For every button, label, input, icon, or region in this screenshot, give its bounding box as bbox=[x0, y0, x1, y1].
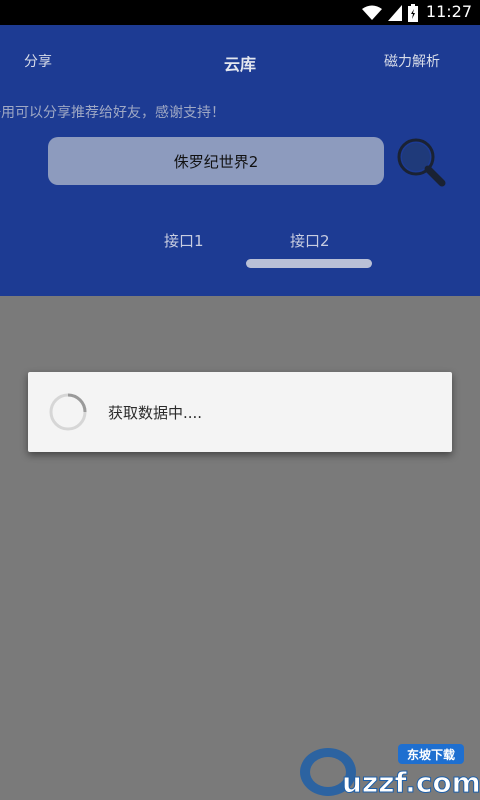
svg-text:东坡下载: 东坡下载 bbox=[407, 747, 455, 762]
tab-api-1[interactable]: 接口1 bbox=[164, 230, 204, 251]
svg-text:uzzf.com: uzzf.com bbox=[342, 766, 480, 799]
search-input-value: 侏罗纪世界2 bbox=[173, 152, 259, 171]
status-bar: 11:27 bbox=[0, 0, 480, 25]
search-icon[interactable] bbox=[394, 135, 448, 189]
status-time: 11:27 bbox=[425, 2, 472, 21]
wifi-icon bbox=[362, 5, 382, 20]
watermark-logo: 东坡下载 uzzf.com bbox=[300, 744, 480, 800]
loading-spinner-icon bbox=[49, 393, 87, 431]
tab-indicator bbox=[246, 259, 372, 268]
loading-dialog: 获取数据中.... bbox=[28, 372, 452, 452]
search-input[interactable]: 侏罗纪世界2 bbox=[48, 137, 384, 185]
tab-share[interactable]: 分享 bbox=[24, 51, 52, 71]
battery-icon bbox=[408, 4, 418, 22]
tab-api-2[interactable]: 接口2 bbox=[290, 230, 330, 251]
status-icons bbox=[362, 3, 418, 23]
tab-cloud[interactable]: 云库 bbox=[224, 51, 256, 75]
app-header: 分享 云库 磁力解析 好用可以分享推荐给好友，感谢支持！ 侏罗纪世界2 接口1 … bbox=[0, 25, 480, 296]
marquee-notice: 好用可以分享推荐给好友，感谢支持！ bbox=[0, 105, 225, 121]
loading-message: 获取数据中.... bbox=[108, 404, 203, 422]
signal-icon bbox=[388, 5, 402, 21]
tab-magnet-parse[interactable]: 磁力解析 bbox=[384, 51, 440, 71]
